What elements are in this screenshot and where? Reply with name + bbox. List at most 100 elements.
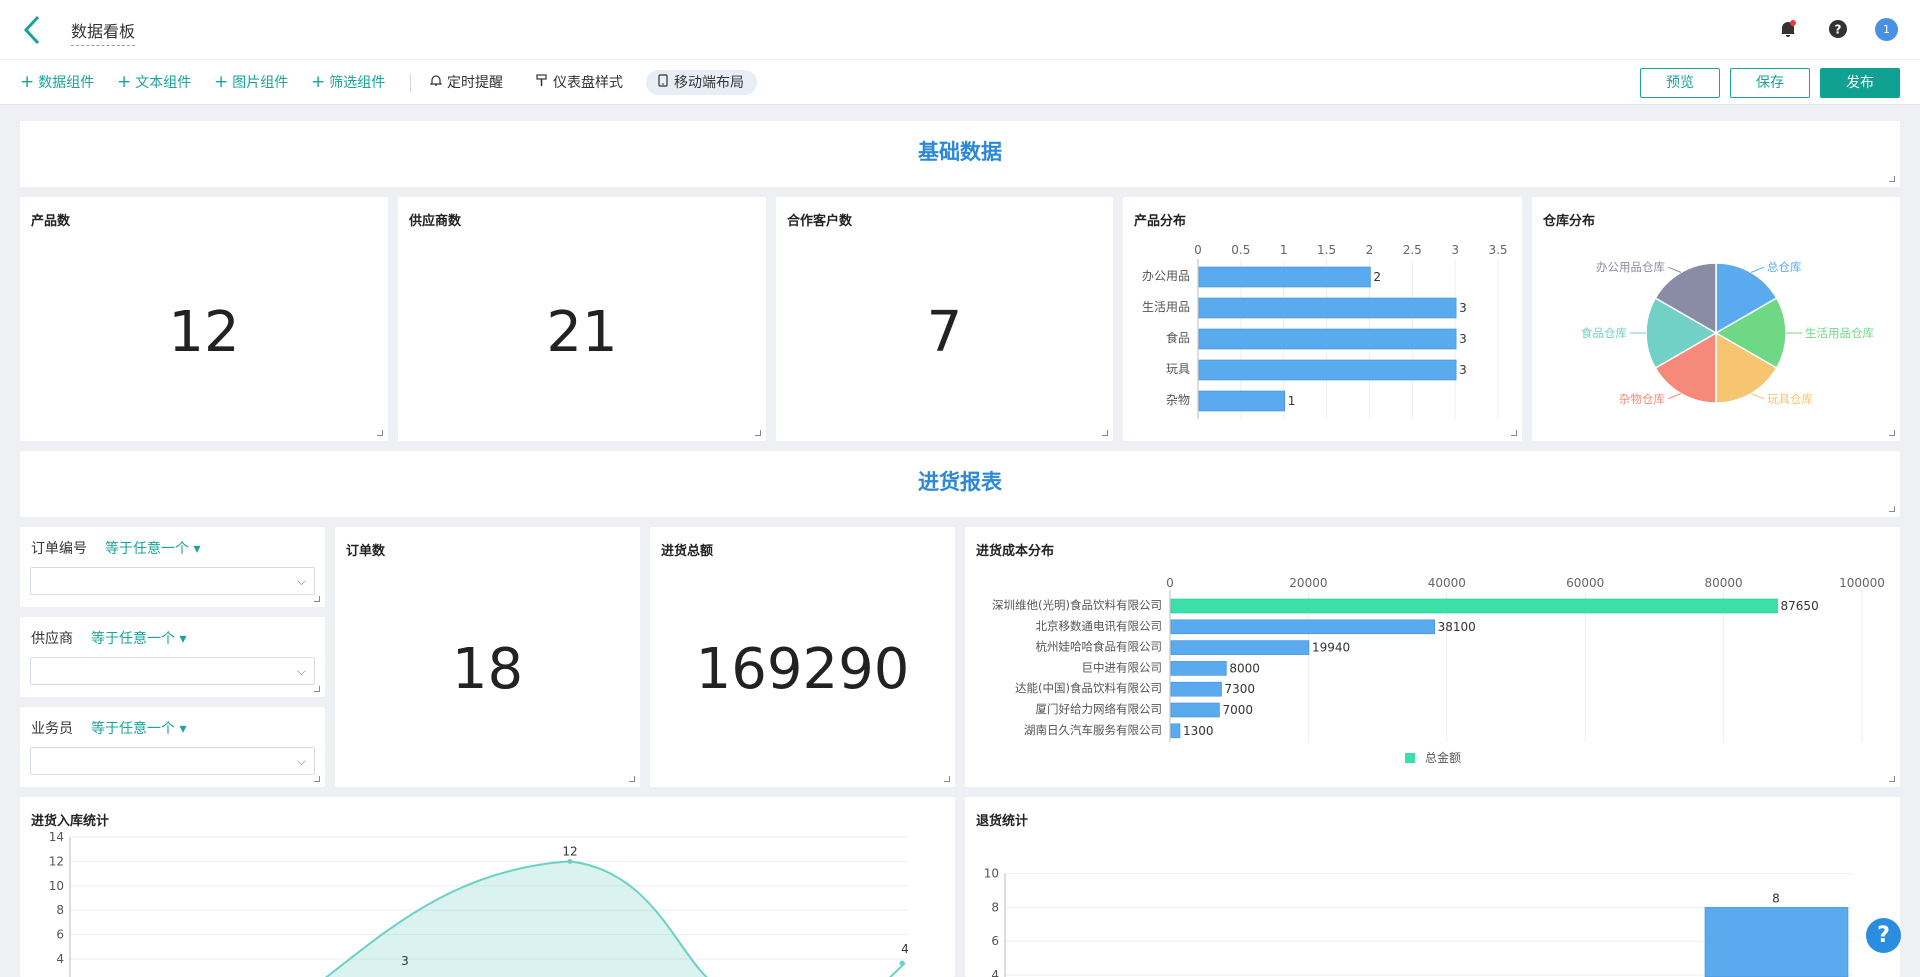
area-fill <box>326 861 707 977</box>
chevron-down-icon: ⌵ <box>296 754 306 768</box>
publish-button[interactable]: 发布 <box>1820 68 1900 98</box>
legend-swatch <box>1405 753 1415 763</box>
filter-operator-dropdown[interactable]: 等于任意一个 ▾ <box>91 628 186 648</box>
kpi-value: 7 <box>926 300 963 365</box>
dashboard-style-button[interactable]: 仪表盘样式 <box>536 72 623 92</box>
resize-handle[interactable] <box>1889 506 1895 512</box>
kpi-value: 169290 <box>695 637 910 702</box>
filter-value-select[interactable]: ⌵ <box>30 657 315 685</box>
caret-down-icon: ▾ <box>179 631 187 647</box>
y-tick-label: 生活用品 <box>1142 300 1190 314</box>
floating-help-button[interactable]: ? <box>1866 918 1901 953</box>
y-tick-label: 8 <box>991 900 999 914</box>
add-text-component-button[interactable]: + 文本组件 <box>117 72 191 92</box>
product-distribution-chart: 0 0.5 1 1.5 2 2.5 3 3.5 办公用品 2 生活用品 3 食品 3 玩具 3 杂物 1 <box>1142 243 1508 419</box>
x-tick-label: 1 <box>1280 243 1288 257</box>
pie-label-line <box>1667 393 1682 400</box>
data-label: 1 <box>1288 394 1296 408</box>
svg-text:?: ? <box>1835 23 1842 37</box>
bar <box>1198 297 1457 319</box>
chart-card-product-distribution[interactable]: 产品分布 0 0.5 1 1.5 2 2.5 3 3.5 办公用品 2 生活用品 3 食品 3 玩具 3 杂物 1 <box>1123 197 1522 441</box>
filter-operator-dropdown[interactable]: 等于任意一个 ▾ <box>91 718 186 738</box>
resize-handle[interactable] <box>944 776 950 782</box>
page-title[interactable]: 数据看板 <box>71 18 136 46</box>
resize-handle[interactable] <box>755 430 761 436</box>
bar <box>1170 723 1181 739</box>
notification-bell-icon[interactable] <box>1778 19 1798 39</box>
legend-label: 总金额 <box>1425 750 1461 765</box>
x-tick-label: 2.5 <box>1403 243 1422 257</box>
mobile-layout-label: 移动端布局 <box>658 72 744 92</box>
add-image-component-button[interactable]: + 图片组件 <box>214 72 288 92</box>
resize-handle[interactable] <box>314 686 320 692</box>
bar <box>1198 328 1457 350</box>
y-tick-label: 10 <box>984 867 999 881</box>
chart-card-warehouse-distribution[interactable]: 仓库分布 总仓库 生活用品仓库 玩具仓库 杂物仓库 食品仓库 办公用品仓库 <box>1532 197 1900 441</box>
filter-salesperson: 业务员 等于任意一个 ▾ ⌵ <box>20 707 325 787</box>
back-arrow-icon[interactable] <box>22 14 48 46</box>
card-title: 供应商数 <box>409 214 462 229</box>
resize-handle[interactable] <box>1889 176 1895 182</box>
save-button[interactable]: 保存 <box>1730 68 1810 98</box>
section-header-purchase: 进货报表 <box>20 451 1900 517</box>
add-filter-component-button[interactable]: + 筛选组件 <box>311 72 385 92</box>
chart-card-inbound[interactable]: 进货入库统计 4 6 8 10 12 14 3 12 4 <box>20 797 955 977</box>
x-tick-label: 0 <box>1166 576 1174 590</box>
pie-label: 总仓库 <box>1767 260 1802 274</box>
x-tick-label: 1.5 <box>1317 243 1336 257</box>
warehouse-distribution-chart: 总仓库生活用品仓库玩具仓库 杂物仓库 食品仓库 办公用品仓库 <box>1581 260 1874 406</box>
preview-button[interactable]: 预览 <box>1640 68 1720 98</box>
filter-label: 订单编号 <box>31 541 87 557</box>
kpi-value: 12 <box>168 300 240 365</box>
caret-down-icon: ▾ <box>193 541 201 557</box>
kpi-card-suppliers[interactable]: 供应商数 21 <box>398 197 766 441</box>
pie-label: 生活用品仓库 <box>1805 326 1874 340</box>
kpi-card-orders[interactable]: 订单数 18 <box>335 527 640 787</box>
bar <box>1170 598 1778 614</box>
chart-card-returns[interactable]: 退货统计 4 6 8 10 8 <box>965 797 1900 977</box>
filter-order-number: 订单编号 等于任意一个 ▾ ⌵ <box>20 527 325 607</box>
x-tick-label: 3.5 <box>1488 243 1507 257</box>
resize-handle[interactable] <box>377 430 383 436</box>
resize-handle[interactable] <box>1889 430 1895 436</box>
resize-handle[interactable] <box>1889 776 1895 782</box>
bar <box>1198 390 1286 412</box>
kpi-card-total-amount[interactable]: 进货总额 169290 <box>650 527 955 787</box>
resize-handle[interactable] <box>629 776 635 782</box>
x-tick-label: 40000 <box>1428 576 1466 590</box>
bar <box>1198 266 1371 288</box>
kpi-card-customers[interactable]: 合作客户数 7 <box>776 197 1113 441</box>
returns-chart: 4 6 8 10 8 <box>984 867 1853 977</box>
reminder-button[interactable]: 定时提醒 <box>429 72 503 92</box>
bell-icon <box>429 75 443 86</box>
add-data-component-button[interactable]: + 数据组件 <box>20 72 94 92</box>
filter-value-select[interactable]: ⌵ <box>30 747 315 775</box>
kpi-card-products[interactable]: 产品数 12 <box>20 197 388 441</box>
x-tick-label: 80000 <box>1705 576 1743 590</box>
avatar[interactable]: 1 <box>1875 18 1898 41</box>
y-tick-label: 北京移数通电讯有限公司 <box>1036 619 1163 633</box>
data-label: 8000 <box>1229 661 1260 675</box>
resize-handle[interactable] <box>1511 430 1517 436</box>
y-tick-label: 湖南日久汽车服务有限公司 <box>1024 723 1162 737</box>
bar <box>1704 907 1849 977</box>
filter-operator-dropdown[interactable]: 等于任意一个 ▾ <box>105 538 200 558</box>
resize-handle[interactable] <box>1102 430 1108 436</box>
filter-label: 业务员 <box>31 721 73 737</box>
pie-label: 玩具仓库 <box>1767 392 1813 406</box>
kpi-value: 18 <box>451 637 524 702</box>
section-title: 基础数据 <box>918 140 1002 164</box>
chart-card-cost-distribution[interactable]: 进货成本分布 0 20000 40000 60000 80000 100000 深圳维他(光… <box>965 527 1900 787</box>
filter-value-select[interactable]: ⌵ <box>30 567 315 595</box>
plus-icon: + <box>214 72 229 92</box>
y-tick-label: 8 <box>56 903 64 917</box>
data-label: 1300 <box>1183 724 1214 738</box>
help-icon[interactable]: ? <box>1828 19 1848 39</box>
data-label: 7000 <box>1222 703 1253 717</box>
y-tick-label: 杭州娃哈哈食品有限公司 <box>1036 640 1163 654</box>
data-label: 38100 <box>1438 620 1476 634</box>
x-tick-label: 60000 <box>1566 576 1604 590</box>
card-title: 进货总额 <box>661 544 714 559</box>
resize-handle[interactable] <box>314 596 320 602</box>
resize-handle[interactable] <box>314 776 320 782</box>
